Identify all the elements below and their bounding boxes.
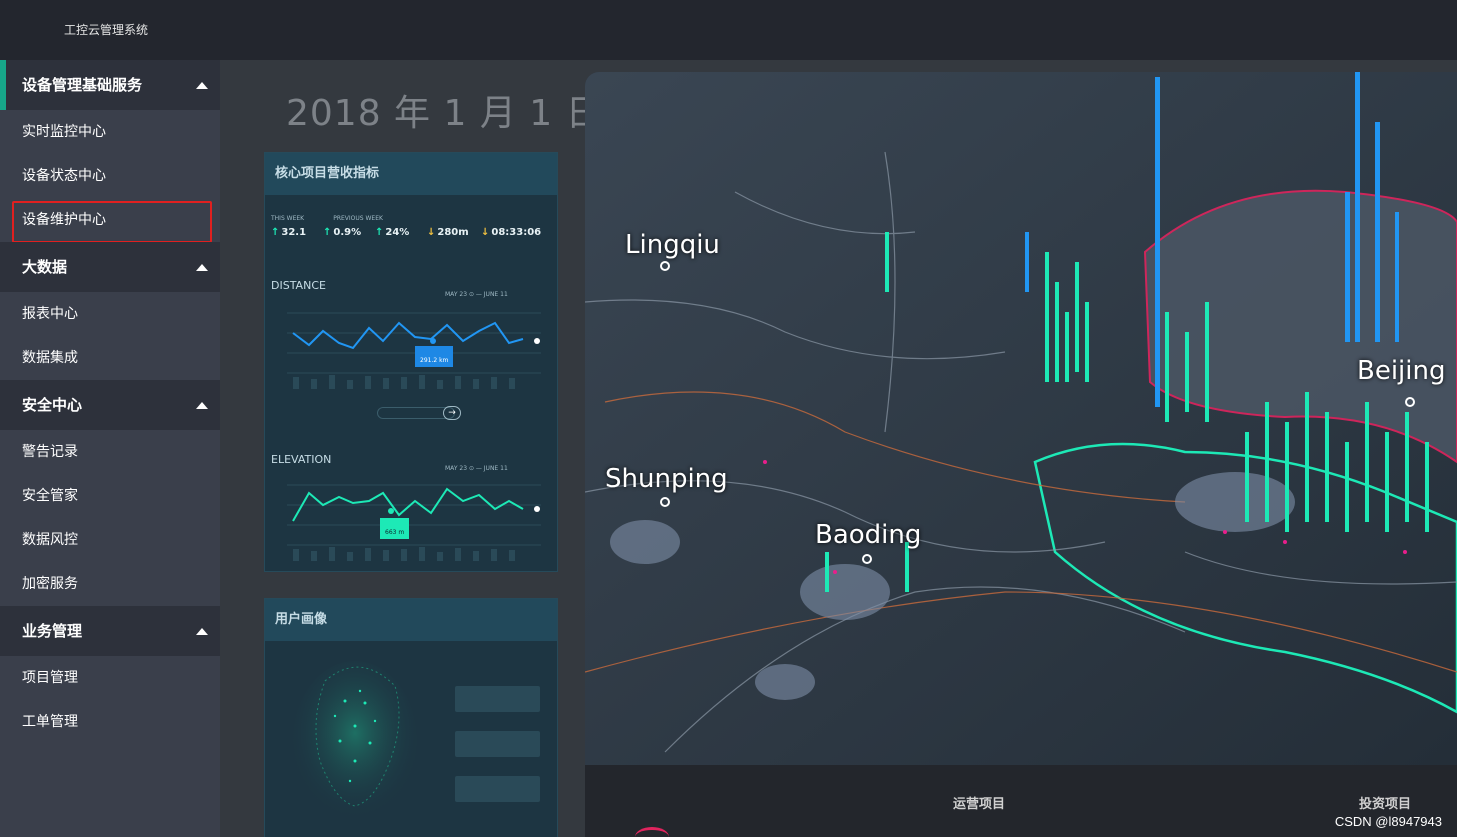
arrow-right-icon[interactable]: → xyxy=(443,406,461,420)
sidebar-item-work-orders[interactable]: 工单管理 xyxy=(0,700,220,744)
distance-label: DISTANCE xyxy=(271,279,326,292)
distance-chart xyxy=(287,312,541,389)
elevation-range: MAY 23 ⊙ — JUNE 11 xyxy=(445,465,508,472)
city-label-shunping: Shunping xyxy=(605,464,728,494)
sidebar-item-reports[interactable]: 报表中心 xyxy=(0,292,220,336)
stat-4: ↓ 280m xyxy=(427,227,469,238)
app-title: 工控云管理系统 xyxy=(64,23,149,37)
arrow-up-icon: ↑ xyxy=(271,227,280,238)
watermark: CSDN @l8947943 xyxy=(1334,814,1442,829)
sidebar-item-security-steward[interactable]: 安全管家 xyxy=(0,474,220,518)
kpi-card-title: 核心项目营收指标 xyxy=(265,153,557,195)
arrow-up-icon: ↑ xyxy=(323,227,332,238)
distance-callout: 291.2 km xyxy=(415,346,454,367)
top-bar: 工控云管理系统 xyxy=(0,0,1457,60)
invest-projects-label: 投资项目 xyxy=(1359,797,1412,812)
dashboard-date: 2018 年 1 月 1 日 xyxy=(286,93,603,134)
caret-up-icon[interactable] xyxy=(196,82,208,89)
caret-up-icon[interactable] xyxy=(196,264,208,271)
city-label-baoding: Baoding xyxy=(815,520,922,550)
user-card-title: 用户画像 xyxy=(265,599,557,641)
filter-this-week: THIS WEEK xyxy=(271,215,305,222)
sidebar: 设备管理基础服务 实时监控中心 设备状态中心 设备维护中心 大数据 报表中心 数… xyxy=(0,60,220,837)
sidebar-group-security[interactable]: 安全中心 xyxy=(0,380,220,430)
stat-1: ↑ 32.1 xyxy=(271,227,307,238)
sidebar-group-label: 业务管理 xyxy=(22,622,83,640)
arrow-down-icon: ↓ xyxy=(427,227,436,238)
sidebar-group-device-management[interactable]: 设备管理基础服务 xyxy=(0,60,220,110)
sidebar-item-realtime-monitor[interactable]: 实时监控中心 xyxy=(0,110,220,154)
map-footer: 运营项目 投资项目 xyxy=(585,765,1457,837)
arrow-down-icon: ↓ xyxy=(481,227,490,238)
stat-2: ↑ 0.9% xyxy=(323,227,362,238)
sidebar-item-device-maintenance[interactable]: 设备维护中心 xyxy=(0,198,220,243)
kpi-filter-row: THIS WEEK PREVIOUS WEEK xyxy=(271,205,383,224)
elevation-label: ELEVATION xyxy=(271,453,332,466)
ops-ring-indicator xyxy=(635,827,669,837)
sidebar-group-big-data[interactable]: 大数据 xyxy=(0,242,220,292)
face-scan-image xyxy=(293,661,540,821)
filter-previous-week: PREVIOUS WEEK xyxy=(333,215,383,222)
elevation-chart xyxy=(287,484,541,561)
arrow-up-icon: ↑ xyxy=(375,227,384,238)
caret-up-icon[interactable] xyxy=(196,402,208,409)
sidebar-item-data-integration[interactable]: 数据集成 xyxy=(0,336,220,380)
sidebar-group-label: 安全中心 xyxy=(22,396,83,414)
sidebar-group-label: 大数据 xyxy=(22,258,68,276)
distance-range: MAY 23 ⊙ — JUNE 11 xyxy=(445,291,508,298)
sidebar-item-alert-log[interactable]: 警告记录 xyxy=(0,430,220,474)
dashboard-image: 2018 年 1 月 1 日 核心项目营收指标 THIS WEEK PREVIO… xyxy=(220,60,1457,837)
city-label-lingqiu: Lingqiu xyxy=(625,230,720,260)
caret-up-icon[interactable] xyxy=(196,628,208,635)
kpi-card: 核心项目营收指标 THIS WEEK PREVIOUS WEEK ↑ 32.1 ↑… xyxy=(264,152,558,572)
user-card: 用户画像 xyxy=(264,598,558,837)
sidebar-group-business[interactable]: 业务管理 xyxy=(0,606,220,656)
city-label-beijing: Beijing xyxy=(1357,356,1446,386)
sidebar-group-label: 设备管理基础服务 xyxy=(22,76,143,94)
map-canvas xyxy=(585,72,1457,765)
map-visualization: Lingqiu Shunping Baoding Beijing xyxy=(585,72,1457,765)
sidebar-item-encryption[interactable]: 加密服务 xyxy=(0,562,220,606)
sidebar-item-projects[interactable]: 项目管理 xyxy=(0,656,220,700)
stat-5: ↓ 08:33:06 xyxy=(481,227,542,238)
ops-projects-label: 运营项目 xyxy=(953,797,1006,812)
stat-3: ↑ 24% xyxy=(375,227,410,238)
distance-point xyxy=(430,338,436,344)
elevation-callout: 663 m xyxy=(380,518,410,539)
sidebar-item-device-status[interactable]: 设备状态中心 xyxy=(0,154,220,198)
sidebar-item-data-risk[interactable]: 数据风控 xyxy=(0,518,220,562)
